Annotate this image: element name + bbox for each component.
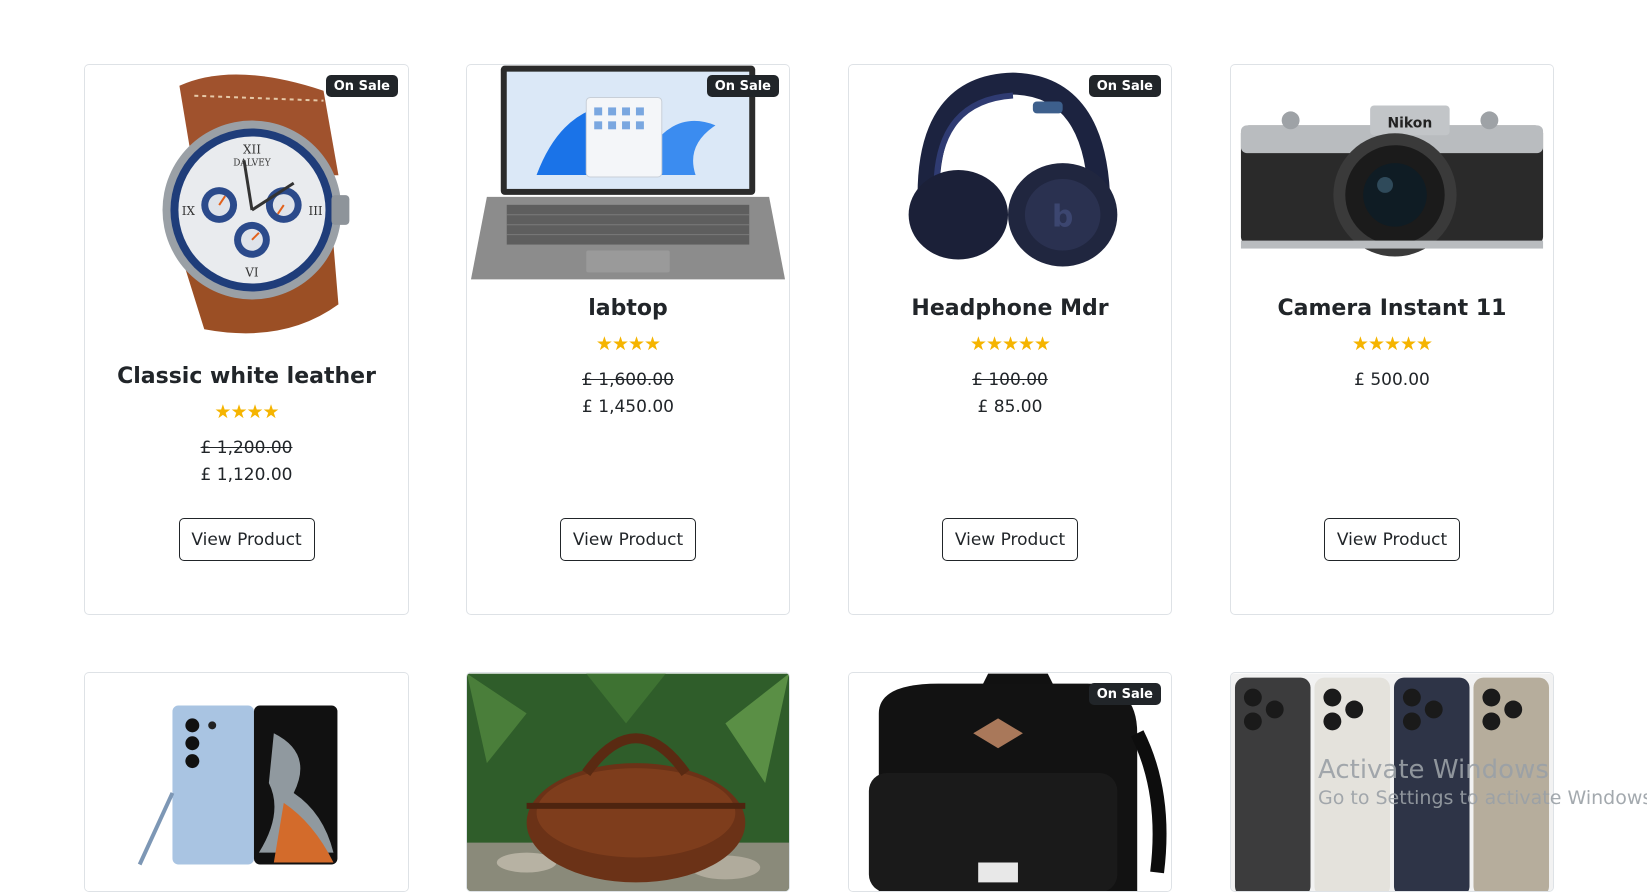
product-title: Classic white leather (117, 364, 376, 389)
on-sale-badge: On Sale (706, 75, 779, 97)
sale-price: £ 85.00 (977, 397, 1043, 417)
product-title: Headphone Mdr (911, 296, 1109, 321)
original-price: £ 1,600.00 (582, 370, 674, 390)
laptop-image (467, 65, 789, 287)
product-card-classic-white-leather: DALVEY XII IX III VI On Sale Classic whi… (84, 64, 409, 615)
product-card-iphones (1230, 672, 1554, 892)
on-sale-badge: On Sale (1088, 683, 1161, 705)
svg-text:Nikon: Nikon (1388, 115, 1433, 131)
product-card-backpack: On Sale (848, 672, 1172, 892)
svg-text:b: b (1052, 200, 1073, 235)
original-price: £ 1,200.00 (200, 438, 293, 458)
product-title: labtop (588, 296, 668, 321)
rating-stars: ★★★★ (595, 333, 661, 355)
headphones-image: b (849, 65, 1171, 287)
view-product-button[interactable]: View Product (1324, 518, 1460, 561)
watch-image: DALVEY XII IX III VI (85, 65, 408, 355)
view-product-button[interactable]: View Product (178, 518, 315, 561)
price: £ 500.00 (1354, 370, 1430, 390)
svg-text:DALVEY: DALVEY (233, 158, 270, 168)
rating-stars: ★★★★ (214, 401, 279, 423)
sale-price: £ 1,450.00 (582, 397, 674, 417)
rating-stars: ★★★★★ (969, 333, 1051, 355)
original-price: £ 100.00 (972, 370, 1048, 390)
svg-text:III: III (309, 204, 323, 218)
iphones-image (1231, 673, 1553, 891)
rating-stars: ★★★★★ (1351, 333, 1433, 355)
camera-image: Nikon (1231, 65, 1553, 287)
svg-text:IX: IX (182, 204, 196, 218)
sale-price: £ 1,120.00 (200, 465, 293, 485)
product-card-smartphone (84, 672, 409, 892)
product-card-labtop: On Sale labtop ★★★★ £ 1,600.00 £ 1,450.0… (466, 64, 790, 615)
svg-text:VI: VI (244, 266, 259, 280)
on-sale-badge: On Sale (1088, 75, 1161, 97)
duffel-bag-image (467, 673, 789, 891)
product-card-camera-instant-11: Nikon Camera Instant 11 ★★★★★ £ 500.00 V… (1230, 64, 1554, 615)
backpack-image (849, 673, 1171, 891)
svg-text:XII: XII (243, 142, 261, 156)
product-title: Camera Instant 11 (1277, 296, 1507, 321)
product-card-duffel-bag (466, 672, 790, 892)
product-card-headphone-mdr: b On Sale Headphone Mdr ★★★★★ £ 100.00 £… (848, 64, 1172, 615)
on-sale-badge: On Sale (325, 75, 398, 97)
smartphone-image (85, 673, 408, 891)
view-product-button[interactable]: View Product (942, 518, 1078, 561)
view-product-button[interactable]: View Product (560, 518, 696, 561)
